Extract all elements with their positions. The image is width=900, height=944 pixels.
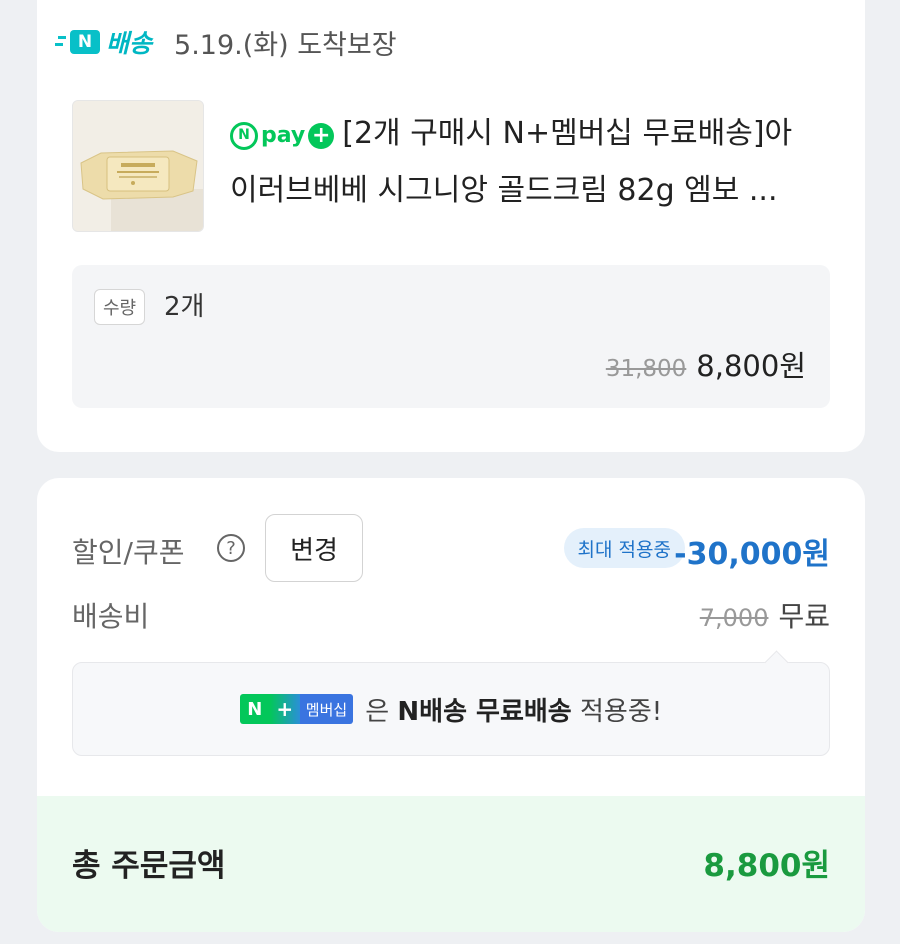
discount-row: 할인/쿠폰 ? 변경 최대 적용중 -30,000원 bbox=[72, 514, 830, 582]
npay-plus-badge: N pay + bbox=[230, 120, 335, 152]
total-amount: 8,800원 bbox=[703, 848, 830, 884]
product-title-line1: [2개 구매시 N+멤버십 무료배송]아 bbox=[342, 116, 793, 151]
n-delivery-label: 배송 bbox=[106, 29, 153, 58]
original-price: 31,800 bbox=[605, 356, 687, 382]
npay-n-icon: N bbox=[230, 121, 258, 150]
delivery-info: N 배송 5.19.(화) 도착보장 bbox=[58, 22, 397, 62]
promo-text: 은 N배송 무료배송 적용중! bbox=[365, 691, 662, 728]
npay-plus-icon: + bbox=[308, 122, 335, 149]
max-applied-badge: 최대 적용중 bbox=[563, 528, 685, 568]
shipping-original: 7,000 bbox=[699, 604, 769, 632]
n-delivery-badge: N 배송 bbox=[58, 24, 153, 60]
shipping-price: 7,000 무료 bbox=[700, 595, 830, 635]
change-coupon-button[interactable]: 변경 bbox=[265, 514, 363, 582]
discount-label: 할인/쿠폰 bbox=[72, 536, 185, 569]
quantity-price-box: 수량 2개 31,800 8,800원 bbox=[72, 265, 830, 408]
total-label: 총 주문금액 bbox=[72, 848, 226, 884]
shipping-label: 배송비 bbox=[72, 600, 150, 633]
product-title[interactable]: N pay + [2개 구매시 N+멤버십 무료배송]아 이러브베베 시그니앙 … bbox=[230, 105, 835, 219]
quantity-label: 수량 bbox=[94, 289, 146, 325]
membership-plus-icon: + bbox=[269, 694, 300, 724]
promo-text-post: 적용중! bbox=[571, 696, 663, 727]
order-item-card: N 배송 5.19.(화) 도착보장 N pay + [2개 구매시 N+멤버십… bbox=[37, 0, 865, 452]
product-image-icon bbox=[73, 101, 203, 231]
help-icon[interactable]: ? bbox=[217, 534, 245, 562]
membership-badge-text: 멤버십 bbox=[299, 694, 354, 724]
product-title-line2: 이러브베베 시그니앙 골드크림 82g 엠보 ... bbox=[230, 173, 778, 208]
delivery-date: 5.19.(화) 도착보장 bbox=[174, 29, 397, 61]
n-plus-membership-badge: N + 멤버십 bbox=[239, 694, 354, 724]
membership-n-icon: N bbox=[239, 694, 270, 724]
membership-promo-box: N + 멤버십 은 N배송 무료배송 적용중! bbox=[72, 662, 830, 756]
shipping-value: 무료 bbox=[778, 600, 830, 633]
product-thumbnail[interactable] bbox=[72, 100, 204, 232]
total-bar: 총 주문금액 8,800원 bbox=[37, 796, 865, 932]
n-delivery-icon: N bbox=[58, 30, 100, 54]
shipping-row: 배송비 7,000 무료 bbox=[72, 590, 830, 640]
discount-amount: -30,000원 bbox=[674, 537, 830, 572]
quantity-value: 2개 bbox=[164, 292, 205, 322]
final-price: 8,800원 bbox=[696, 349, 806, 383]
promo-text-pre: 은 bbox=[365, 696, 398, 727]
payment-summary-card: 할인/쿠폰 ? 변경 최대 적용중 -30,000원 배송비 7,000 무료 … bbox=[37, 478, 865, 932]
price-row: 31,800 8,800원 bbox=[606, 343, 806, 385]
npay-text: pay bbox=[261, 123, 306, 148]
promo-text-bold: N배송 무료배송 bbox=[397, 696, 572, 727]
